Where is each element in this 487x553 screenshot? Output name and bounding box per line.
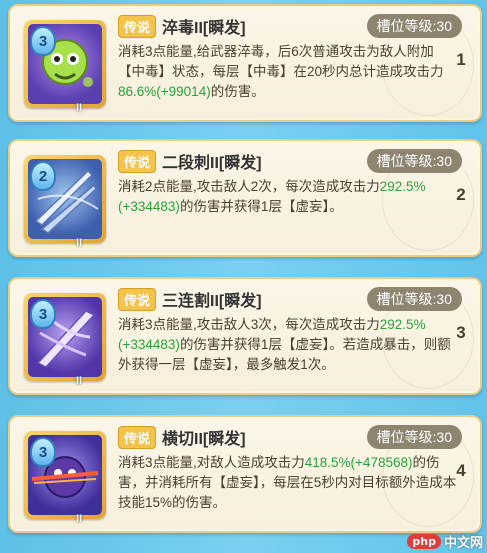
watermark-text: 中文网 [443, 535, 483, 550]
site-watermark: php 中文网 [407, 532, 483, 551]
skill-icon-frame: 2 II [24, 155, 106, 249]
slot-level-pill: 槽位等级:30 [366, 287, 462, 311]
slot-number: 3 [456, 323, 466, 342]
skill-tier: II [76, 237, 83, 249]
skill-tier: II [76, 102, 83, 114]
skill-description: 消耗3点能量,对敌人造成攻击力418.5%(+478568)的伤害，并消耗所有【… [118, 455, 457, 510]
skill-icon-frame: 3 II [24, 293, 106, 387]
rarity-badge: 传说 [118, 426, 157, 449]
skill-icon-frame: 3 II [24, 20, 106, 114]
skill-description: 消耗2点能量,攻击敌人2次，每次造成攻击力292.5%(+334483)的伤害并… [118, 179, 426, 214]
slot-number: 4 [456, 461, 466, 480]
slot-level-pill: 槽位等级:30 [366, 14, 462, 38]
skill-tier: II [76, 375, 83, 387]
skill-description: 消耗3点能量,攻击敌人3次，每次造成攻击力292.5%(+334483)的伤害并… [118, 317, 451, 372]
slot-number: 2 [456, 185, 466, 204]
slot-number: 1 [456, 50, 466, 69]
skill-card[interactable]: 3 II 传说 横切II[瞬发] 槽位等级:30 消耗3点能量,对敌人造成攻击力… [8, 415, 482, 533]
slot-level-pill: 槽位等级:30 [366, 425, 462, 449]
skill-tier: II [76, 513, 83, 525]
skill-description: 消耗3点能量,给武器淬毒，后6次普通攻击为敌人附加【中毒】状态，每层【中毒】在2… [118, 44, 444, 99]
skill-card[interactable]: 3 II 传说 淬毒II[瞬发] 槽位等级:30 消耗3点能量,给武器淬毒，后6… [8, 4, 482, 122]
slot-level-pill: 槽位等级:30 [366, 149, 462, 173]
skill-name: 三连割II[瞬发] [162, 293, 262, 310]
skill-level-badge: 2 [30, 161, 56, 191]
skill-level-badge: 3 [30, 437, 56, 467]
skill-name: 二段刺II[瞬发] [162, 155, 262, 172]
skill-card[interactable]: 3 II 传说 三连割II[瞬发] 槽位等级:30 消耗3点能量,攻击敌人3次，… [8, 277, 482, 395]
skill-name: 横切II[瞬发] [162, 431, 246, 448]
skill-icon-frame: 3 II [24, 431, 106, 525]
rarity-badge: 传说 [118, 288, 157, 311]
skill-level-badge: 3 [30, 26, 56, 56]
rarity-badge: 传说 [118, 150, 157, 173]
skill-name: 淬毒II[瞬发] [162, 20, 246, 37]
php-logo: php [407, 534, 441, 549]
skill-level-badge: 3 [30, 299, 56, 329]
skill-card[interactable]: 2 II 传说 二段刺II[瞬发] 槽位等级:30 消耗2点能量,攻击敌人2次，… [8, 139, 482, 257]
rarity-badge: 传说 [118, 15, 157, 38]
